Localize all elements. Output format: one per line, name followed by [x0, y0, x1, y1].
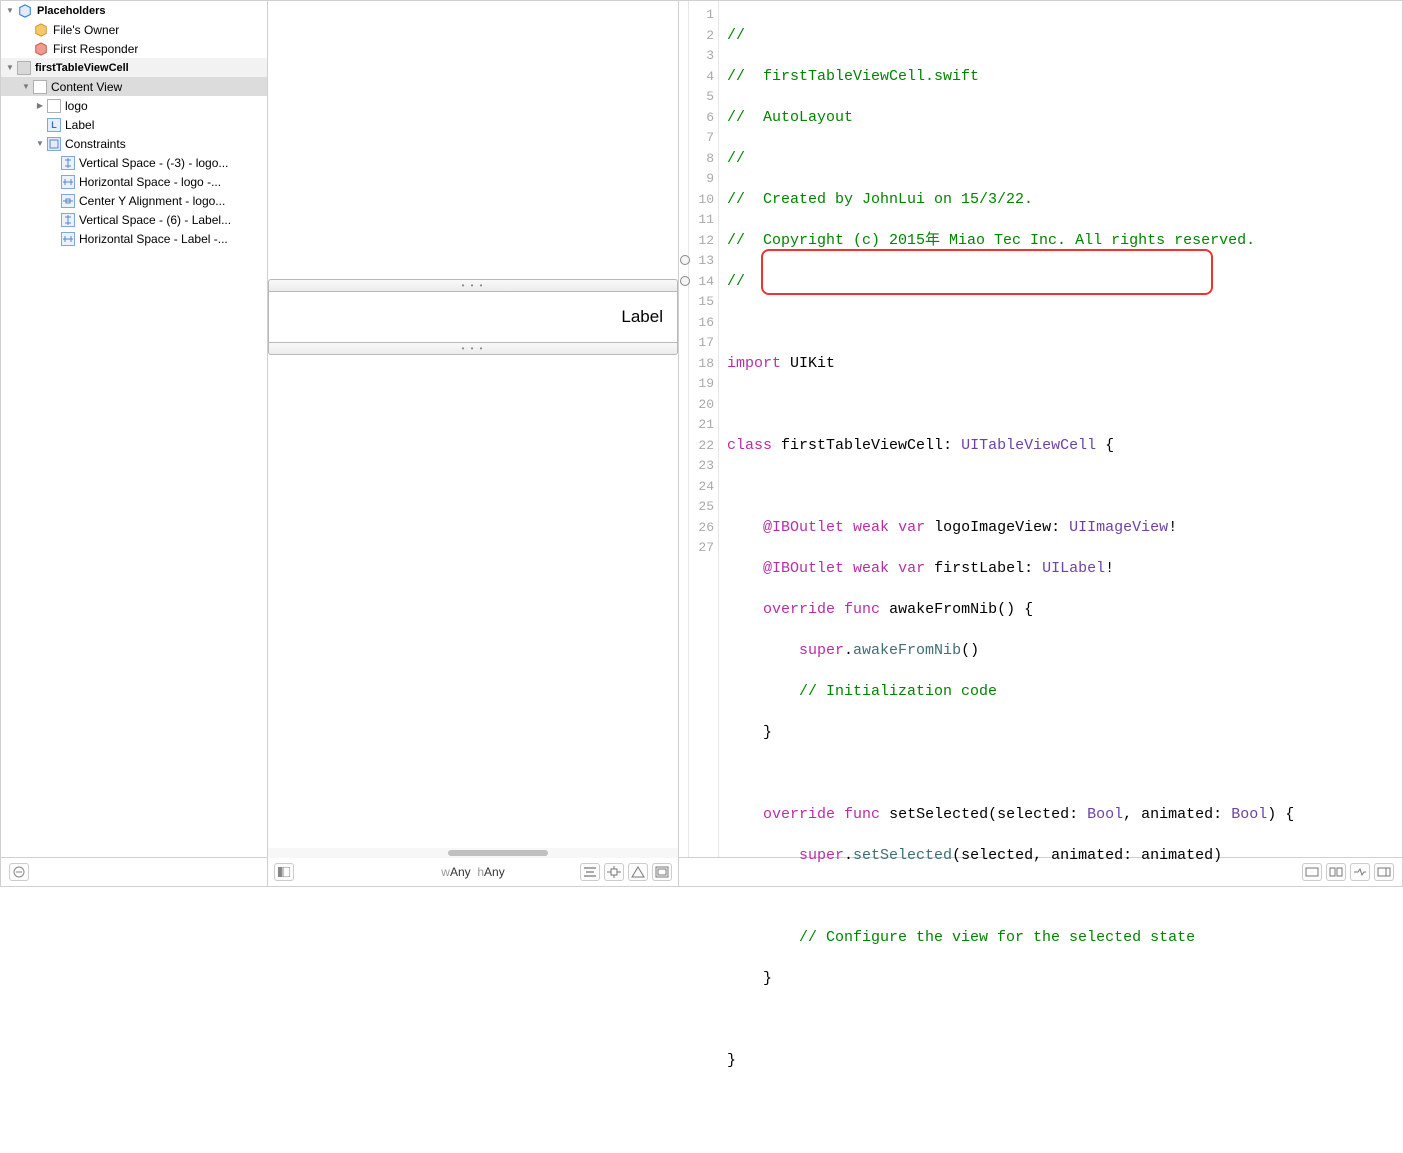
files-owner-icon	[33, 22, 49, 38]
filter-icon[interactable]	[9, 863, 29, 881]
iboutlet-connection-indicator[interactable]	[680, 255, 690, 265]
outline-label: Content View	[51, 80, 122, 94]
size-class-control[interactable]: wAny hAny	[441, 865, 504, 879]
outline-constraint-item[interactable]: Horizontal Space - Label -...	[1, 229, 267, 248]
outline-constraint-item[interactable]: Center Y Alignment - logo...	[1, 191, 267, 210]
annotation-highlight	[761, 249, 1213, 295]
toggle-outline-button[interactable]	[274, 863, 294, 881]
constraint-icon	[61, 232, 75, 246]
imageview-icon	[47, 99, 61, 113]
outline-constraints-group[interactable]: Constraints	[1, 134, 267, 153]
constraints-group-icon	[47, 137, 61, 151]
outline-label: Label	[65, 118, 94, 132]
interface-builder-canvas[interactable]: Label	[268, 1, 679, 857]
editor-gutter	[679, 1, 689, 857]
outline-label-item[interactable]: L Label	[1, 115, 267, 134]
line-number-gutter: 1234567891011121314151617181920212223242…	[689, 1, 719, 857]
outline-placeholders-header[interactable]: Placeholders	[1, 1, 267, 20]
outline-label: Horizontal Space - Label -...	[79, 232, 228, 246]
outline-first-responder[interactable]: First Responder	[1, 39, 267, 58]
constraint-icon	[61, 175, 75, 189]
iboutlet-connection-indicator[interactable]	[680, 276, 690, 286]
disclosure-icon[interactable]	[35, 139, 45, 149]
outline-files-owner[interactable]: File's Owner	[1, 20, 267, 39]
outline-label: Constraints	[65, 137, 126, 151]
disclosure-icon[interactable]	[21, 82, 31, 92]
label-icon: L	[47, 118, 61, 132]
outline-label: logo	[65, 99, 88, 113]
outline-filter-bar[interactable]	[1, 858, 268, 886]
canvas-horizontal-scrollbar[interactable]	[268, 848, 678, 858]
main-content: Placeholders File's Owner First Responde…	[0, 0, 1403, 857]
resolve-issues-button[interactable]	[628, 863, 648, 881]
pin-button[interactable]	[604, 863, 624, 881]
outline-content-view[interactable]: Content View	[1, 77, 267, 96]
outline-label: Horizontal Space - logo -...	[79, 175, 221, 189]
constraint-icon	[61, 156, 75, 170]
disclosure-icon[interactable]	[5, 6, 15, 16]
cell-label[interactable]: Label	[621, 307, 663, 327]
outline-label: First Responder	[53, 42, 138, 56]
outline-constraint-item[interactable]: Vertical Space - (-3) - logo...	[1, 153, 267, 172]
constraint-icon	[61, 213, 75, 227]
scrollbar-thumb[interactable]	[448, 850, 548, 856]
canvas-toolbar: wAny hAny	[268, 858, 679, 886]
view-icon	[33, 80, 47, 94]
outline-label: Vertical Space - (-3) - logo...	[79, 156, 228, 170]
align-button[interactable]	[580, 863, 600, 881]
outline-label: File's Owner	[53, 23, 119, 37]
cell-resize-handle-top[interactable]	[268, 279, 678, 291]
tableviewcell-icon	[17, 61, 31, 75]
first-responder-icon	[33, 41, 49, 57]
outline-constraint-item[interactable]: Horizontal Space - logo -...	[1, 172, 267, 191]
disclosure-icon[interactable]	[35, 101, 45, 111]
constraint-icon	[61, 194, 75, 208]
outline-label: firstTableViewCell	[35, 62, 129, 74]
outline-cell-header[interactable]: firstTableViewCell	[1, 58, 267, 77]
outline-logo[interactable]: logo	[1, 96, 267, 115]
outline-label: Placeholders	[37, 5, 105, 17]
outline-label: Vertical Space - (6) - Label...	[79, 213, 231, 227]
disclosure-icon[interactable]	[5, 63, 15, 73]
source-editor[interactable]: 1234567891011121314151617181920212223242…	[679, 1, 1402, 857]
cell-resize-handle-bottom[interactable]	[268, 343, 678, 355]
tableviewcell-canvas[interactable]: Label	[268, 279, 678, 355]
outline-label: Center Y Alignment - logo...	[79, 194, 225, 208]
document-outline-panel[interactable]: Placeholders File's Owner First Responde…	[1, 1, 268, 857]
cell-content-view[interactable]: Label	[268, 291, 678, 343]
placeholders-icon	[17, 3, 33, 19]
code-content[interactable]: // // firstTableViewCell.swift // AutoLa…	[719, 1, 1402, 857]
outline-constraint-item[interactable]: Vertical Space - (6) - Label...	[1, 210, 267, 229]
resize-button[interactable]	[652, 863, 672, 881]
